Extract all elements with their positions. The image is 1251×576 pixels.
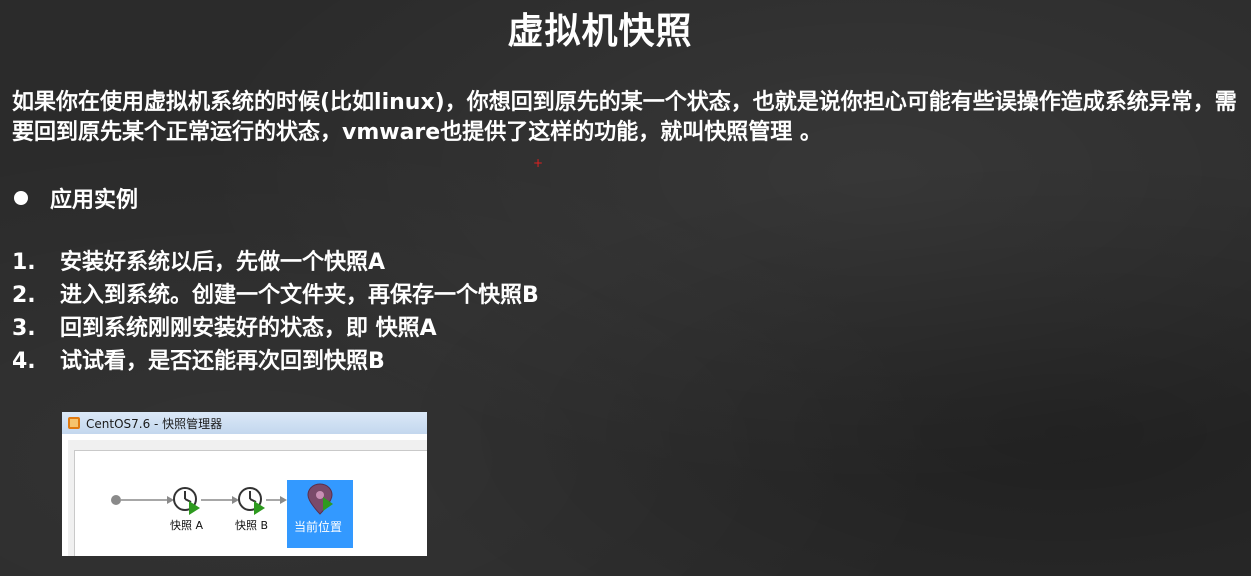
- step-number: 3.: [12, 316, 36, 341]
- step-number: 4.: [12, 349, 36, 374]
- step-item: 4. 试试看，是否还能再次回到快照B: [12, 345, 539, 378]
- step-text: 进入到系统。创建一个文件夹，再保存一个快照B: [60, 283, 539, 308]
- location-pin-icon: [307, 483, 333, 515]
- step-text: 安装好系统以后，先做一个快照A: [60, 250, 386, 275]
- current-position-node[interactable]: 当前位置: [287, 480, 353, 548]
- bullet-dot-icon: [14, 191, 28, 205]
- root-node-icon: [111, 495, 121, 505]
- vmware-app-icon: [68, 417, 80, 429]
- intro-paragraph: 如果你在使用虚拟机系统的时候(比如linux)，你想回到原先的某一个状态，也就是…: [12, 90, 1237, 145]
- step-number: 1.: [12, 250, 36, 275]
- step-number: 2.: [12, 283, 36, 308]
- snapshot-b-label[interactable]: 快照 B: [235, 517, 268, 533]
- step-text: 回到系统刚刚安装好的状态，即 快照A: [60, 316, 437, 341]
- snapshot-a-node[interactable]: [173, 487, 200, 515]
- slide-title: 虚拟机快照: [507, 11, 693, 52]
- snapshot-manager-window: CentOS7.6 - 快照管理器 快照 A 快照 B 当前位置: [62, 412, 427, 556]
- snapshot-tree-diagram: [111, 487, 287, 515]
- arrow-head-icon: [167, 496, 174, 504]
- step-item: 3. 回到系统刚刚安装好的状态，即 快照A: [12, 312, 539, 345]
- window-titlebar[interactable]: CentOS7.6 - 快照管理器: [62, 412, 427, 434]
- snapshot-b-node[interactable]: [238, 487, 265, 515]
- arrow-head-icon: [232, 496, 239, 504]
- step-item: 1. 安装好系统以后，先做一个快照A: [12, 246, 539, 279]
- step-item: 2. 进入到系统。创建一个文件夹，再保存一个快照B: [12, 279, 539, 312]
- snapshot-a-label[interactable]: 快照 A: [170, 517, 203, 533]
- arrow-head-icon: [280, 496, 287, 504]
- cursor-marker-icon: +: [533, 156, 544, 170]
- window-body: 快照 A 快照 B 当前位置: [68, 440, 427, 556]
- bullet-heading-text: 应用实例: [50, 188, 139, 213]
- bullet-heading: 应用实例: [12, 182, 138, 214]
- window-title: CentOS7.6 - 快照管理器: [86, 416, 223, 431]
- step-text: 试试看，是否还能再次回到快照B: [60, 349, 385, 374]
- current-position-label: 当前位置: [294, 520, 343, 534]
- snapshot-tree-panel: 快照 A 快照 B 当前位置: [74, 450, 427, 556]
- steps-list: 1. 安装好系统以后，先做一个快照A 2. 进入到系统。创建一个文件夹，再保存一…: [12, 246, 539, 378]
